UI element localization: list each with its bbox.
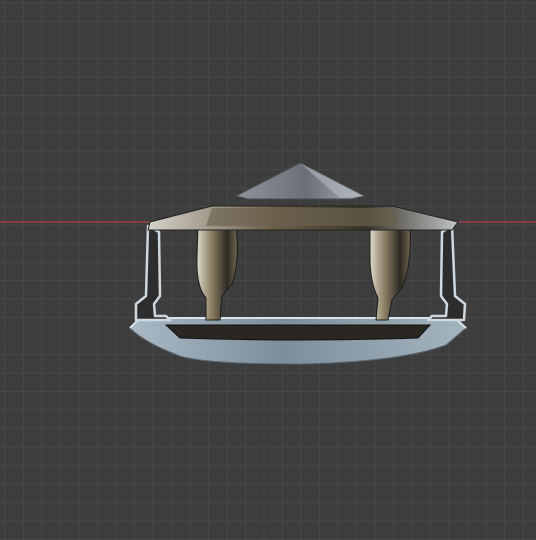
model-right-leg <box>369 225 411 321</box>
model-tray <box>164 324 432 341</box>
viewport-canvas <box>0 0 536 540</box>
model-left-leg <box>196 225 238 321</box>
model-right-frame <box>426 224 467 322</box>
3d-viewport[interactable] <box>0 0 536 540</box>
model-left-frame <box>134 224 172 322</box>
gazebo-model[interactable] <box>129 162 467 365</box>
model-canopy-center <box>206 208 398 226</box>
grid-minor-lines <box>0 0 536 540</box>
